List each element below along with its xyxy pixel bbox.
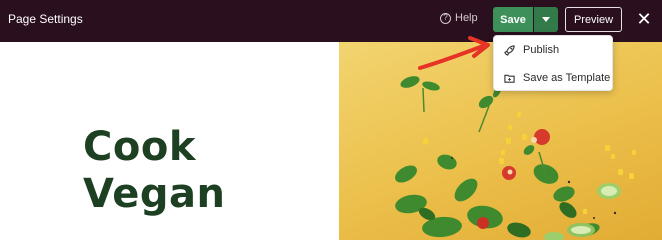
menu-item-save-as-template[interactable]: Save as Template: [494, 65, 614, 91]
caret-down-icon: [542, 17, 550, 22]
page-title: Page Settings: [8, 12, 83, 26]
help-label: Help: [455, 12, 478, 24]
question-icon: ?: [440, 12, 451, 24]
hero-heading-line1: Cook: [83, 124, 196, 170]
close-icon[interactable]: ✕: [634, 9, 654, 29]
folder-icon: [504, 74, 515, 83]
save-button[interactable]: Save: [493, 7, 533, 32]
help-link[interactable]: ? Help: [440, 12, 478, 24]
menu-item-label: Save as Template: [523, 72, 611, 84]
hero-text-section: Cook Vegan: [0, 42, 339, 240]
menu-item-publish[interactable]: Publish: [494, 37, 614, 63]
save-options-dropdown-toggle[interactable]: [534, 7, 558, 32]
preview-button[interactable]: Preview: [565, 7, 622, 32]
menu-item-label: Publish: [523, 44, 560, 56]
hero-heading: Cook Vegan: [83, 124, 226, 218]
save-options-menu: Publish Save as Template: [493, 35, 613, 91]
rocket-icon: [504, 44, 515, 56]
hero-heading-line2: Vegan: [83, 171, 226, 217]
